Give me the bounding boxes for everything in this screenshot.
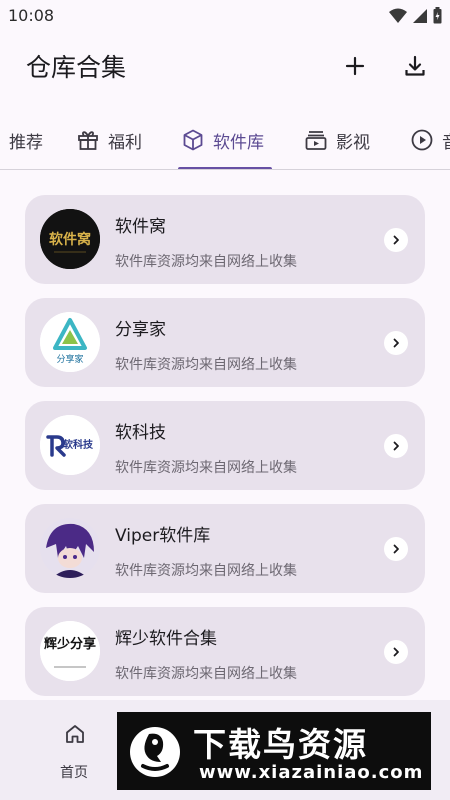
chevron-right-icon [393, 544, 399, 554]
watermark-banner: 下载鸟资源 www.xiazainiao.com [117, 712, 431, 790]
repo-avatar: 软科技 [40, 415, 100, 475]
repo-title: 分享家 [115, 320, 166, 340]
battery-icon [433, 7, 442, 24]
logo-text: 软科技 [63, 438, 94, 451]
ruanjianwo-logo: 软件窝 [40, 209, 100, 269]
status-time: 10:08 [8, 6, 55, 25]
open-button[interactable] [384, 331, 408, 355]
category-tabs: 推荐 福利 软件库 影视 音 [0, 112, 450, 170]
bird-logo [130, 727, 180, 777]
download-icon [405, 55, 425, 76]
signal-icon [413, 8, 427, 23]
tab-welfare[interactable]: 福利 [76, 112, 142, 168]
repo-subtitle: 软件库资源均来自网络上收集 [115, 666, 297, 682]
list-item[interactable]: 辉少分享 辉少软件合集 软件库资源均来自网络上收集 [25, 607, 425, 696]
chevron-right-icon [393, 441, 399, 451]
repo-subtitle: 软件库资源均来自网络上收集 [115, 357, 297, 373]
logo-text: 分享家 [56, 353, 83, 365]
huishao-logo: 辉少分享 [40, 621, 100, 681]
list-item[interactable]: 分享家 分享家 软件库资源均来自网络上收集 [25, 298, 425, 387]
chevron-right-icon [393, 647, 399, 657]
repo-subtitle: 软件库资源均来自网络上收集 [115, 254, 297, 270]
tab-software-library[interactable]: 软件库 [181, 112, 264, 168]
repo-avatar: 软件窝 [40, 209, 100, 269]
repo-subtitle: 软件库资源均来自网络上收集 [115, 460, 297, 476]
plus-icon [345, 56, 365, 76]
status-icons [389, 7, 442, 24]
open-button[interactable] [384, 537, 408, 561]
ruankeji-logo: 软科技 [40, 415, 100, 475]
home-icon [66, 725, 84, 743]
nav-home-label: 首页 [60, 765, 88, 781]
tab-movies[interactable]: 影视 [304, 112, 370, 168]
add-button[interactable] [337, 48, 373, 84]
open-button[interactable] [384, 640, 408, 664]
tab-label: 音 [442, 128, 450, 153]
page-title: 仓库合集 [26, 53, 127, 82]
repo-subtitle: 软件库资源均来自网络上收集 [115, 563, 297, 579]
cube-icon [183, 129, 203, 151]
open-button[interactable] [384, 228, 408, 252]
repo-title: Viper软件库 [115, 526, 211, 546]
tab-label: 福利 [108, 132, 142, 153]
repo-avatar: 分享家 [40, 312, 100, 372]
repository-list: 软件窝 软件窝 软件库资源均来自网络上收集 分享家 分享家 软件库资源均来自网络… [25, 195, 425, 710]
status-bar: 10:08 [0, 0, 450, 32]
viper-logo [40, 518, 100, 578]
repo-avatar: 辉少分享 [40, 621, 100, 681]
chevron-right-icon [393, 235, 399, 245]
tab-music[interactable]: 音 [410, 112, 450, 168]
tab-label: 推荐 [9, 132, 43, 153]
tv-icon [305, 131, 327, 150]
repo-avatar [40, 518, 100, 578]
list-item[interactable]: 软件窝 软件窝 软件库资源均来自网络上收集 [25, 195, 425, 284]
tabs-divider [0, 169, 450, 170]
repo-title: 软件窝 [115, 217, 166, 237]
gift-icon [78, 131, 98, 150]
list-item[interactable]: Viper软件库 软件库资源均来自网络上收集 [25, 504, 425, 593]
watermark-title: 下载鸟资源 [193, 725, 368, 764]
tab-recommend[interactable]: 推荐 [9, 112, 43, 168]
open-button[interactable] [384, 434, 408, 458]
tab-label: 影视 [336, 132, 370, 153]
list-item[interactable]: 软科技 软科技 软件库资源均来自网络上收集 [25, 401, 425, 490]
logo-text: 软件窝 [49, 231, 91, 248]
nav-home[interactable]: 首页 [48, 720, 102, 786]
fenxiangjia-logo: 分享家 [40, 312, 100, 372]
chevron-right-icon [393, 338, 399, 348]
download-button[interactable] [397, 48, 433, 84]
logo-text: 辉少分享 [44, 636, 96, 652]
play-circle-icon [411, 129, 433, 151]
repo-title: 软科技 [115, 423, 166, 443]
tab-label: 软件库 [213, 132, 264, 153]
watermark-url: www.xiazainiao.com [199, 762, 424, 783]
wifi-icon [389, 8, 407, 23]
repo-title: 辉少软件合集 [115, 629, 217, 649]
